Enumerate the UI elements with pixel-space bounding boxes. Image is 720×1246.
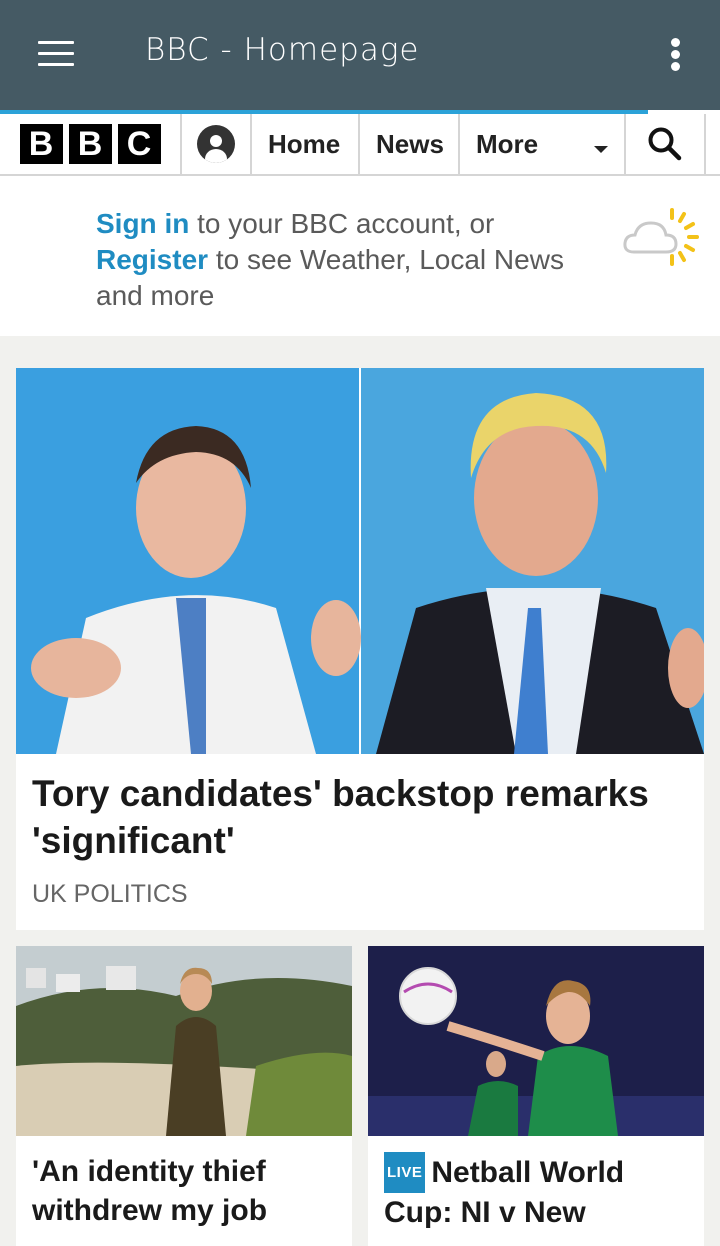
- nav-more-label: More: [476, 128, 539, 159]
- story-card[interactable]: LIVE Netball World Cup: NI v New: [368, 946, 704, 1246]
- logo-letter: B: [19, 124, 63, 164]
- nav-more-dropdown[interactable]: More: [460, 114, 626, 174]
- bbc-navigation: B B C Home News More: [0, 114, 720, 176]
- hamburger-menu-icon[interactable]: [38, 41, 74, 67]
- live-badge: LIVE: [384, 1152, 426, 1193]
- signin-text: to your BBC account, or: [189, 208, 495, 239]
- story-image: [16, 946, 352, 1136]
- lead-story-image: [16, 368, 704, 754]
- account-icon: [197, 125, 235, 163]
- nav-news-label: News: [376, 128, 444, 159]
- bbc-logo[interactable]: B B C: [0, 114, 182, 174]
- register-link[interactable]: Register: [96, 244, 208, 275]
- nav-home-link[interactable]: Home: [252, 114, 360, 174]
- nav-home-label: Home: [268, 128, 341, 159]
- account-button[interactable]: [182, 114, 252, 174]
- search-icon: [648, 127, 682, 161]
- more-vert-icon[interactable]: [666, 36, 686, 72]
- story-headline[interactable]: 'An identity thief withdrew my job: [32, 1152, 342, 1230]
- signin-banner: Sign in to your BBC account, or Register…: [0, 176, 720, 336]
- search-button[interactable]: [626, 114, 706, 174]
- weather-cloud-sun-icon: [623, 208, 699, 266]
- nav-news-link[interactable]: News: [360, 114, 460, 174]
- lead-story-card[interactable]: Tory candidates' backstop remarks 'signi…: [16, 368, 704, 930]
- story-image: [368, 946, 704, 1136]
- story-card[interactable]: 'An identity thief withdrew my job: [16, 946, 352, 1246]
- logo-letter: B: [68, 124, 112, 164]
- lead-story-tag[interactable]: UK POLITICS: [32, 880, 188, 909]
- lead-story-headline[interactable]: Tory candidates' backstop remarks 'signi…: [32, 770, 692, 864]
- caret-down-icon: [594, 146, 608, 153]
- signin-message: Sign in to your BBC account, or Register…: [96, 206, 596, 314]
- page-title: BBC - Homepage: [145, 32, 420, 68]
- story-headline[interactable]: LIVE Netball World Cup: NI v New: [384, 1152, 694, 1232]
- app-bar: BBC - Homepage: [0, 0, 720, 110]
- logo-letter: C: [117, 124, 161, 164]
- signin-link[interactable]: Sign in: [96, 208, 189, 239]
